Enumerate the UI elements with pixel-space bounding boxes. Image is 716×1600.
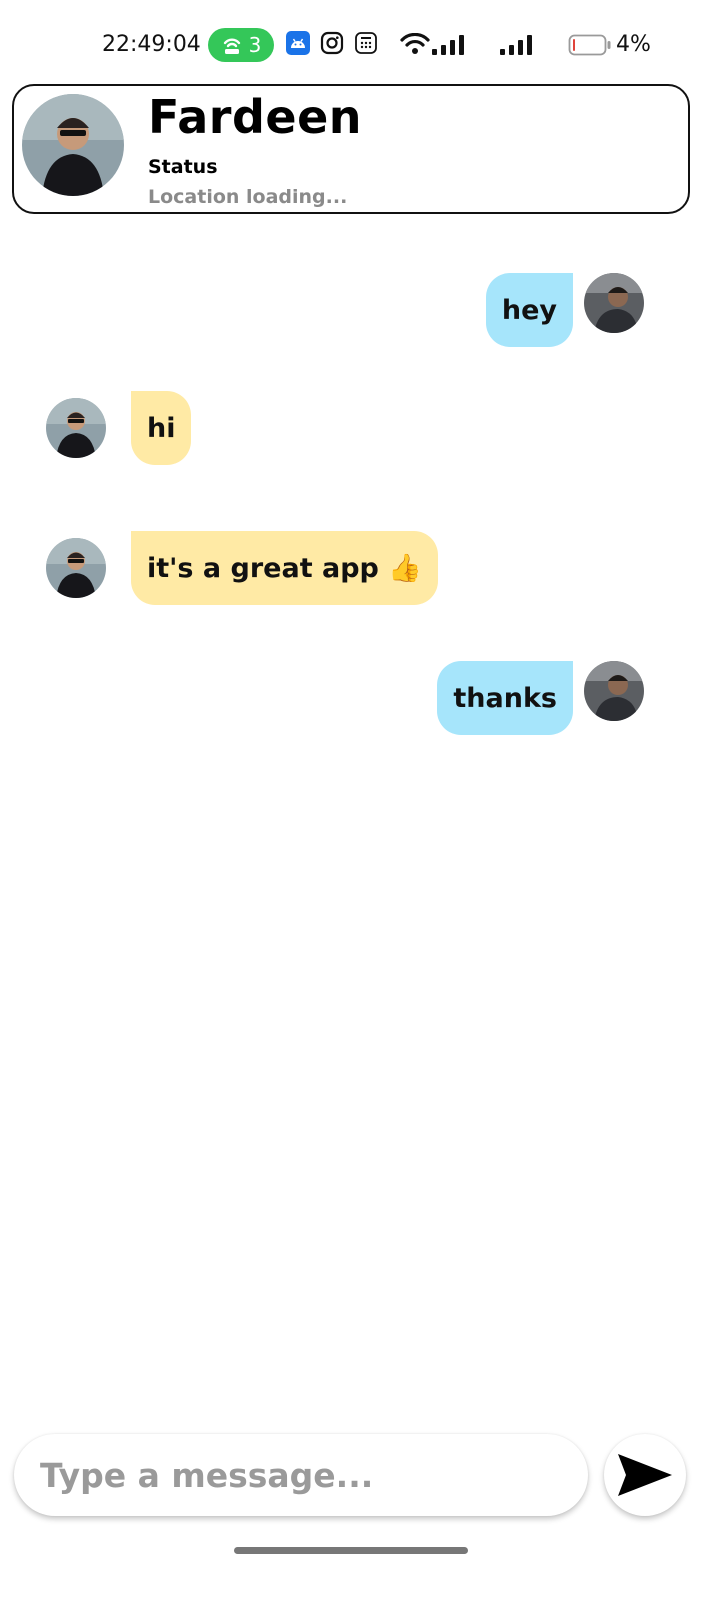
chat-screen: 22:49:04 3 4% Fardeen Status Location lo…	[0, 0, 716, 1600]
avatar[interactable]	[22, 94, 124, 196]
status-time: 22:49:04	[102, 32, 201, 57]
contact-status: Status	[148, 156, 218, 178]
contact-name: Fardeen	[148, 90, 363, 144]
send-icon	[618, 1454, 672, 1496]
android-icon	[286, 31, 310, 55]
message-input-container[interactable]	[14, 1434, 588, 1516]
message-input[interactable]	[40, 1455, 588, 1495]
battery-percent: 4%	[616, 32, 651, 57]
contact-header[interactable]: Fardeen Status Location loading...	[12, 84, 690, 214]
battery-icon	[568, 34, 611, 56]
avatar	[584, 661, 644, 721]
avatar	[46, 538, 106, 598]
message-bubble-incoming[interactable]: it's a great app 👍	[131, 531, 438, 605]
message-bubble-outgoing[interactable]: hey	[485, 273, 573, 347]
avatar	[46, 398, 106, 458]
hotspot-badge: 3	[208, 28, 274, 62]
instagram-icon	[320, 31, 344, 55]
send-button[interactable]	[604, 1434, 686, 1516]
message-bubble-incoming[interactable]: hi	[131, 391, 192, 465]
hotspot-count: 3	[248, 33, 262, 57]
contact-location: Location loading...	[148, 186, 348, 208]
avatar	[584, 273, 644, 333]
calculator-icon	[355, 32, 377, 54]
hotspot-icon	[223, 38, 240, 54]
status-bar: 22:49:04 3 4%	[0, 0, 716, 84]
message-bubble-outgoing[interactable]: thanks	[437, 661, 573, 735]
wifi-icon	[400, 33, 430, 54]
signal-icon	[432, 35, 464, 55]
signal-icon	[500, 35, 532, 55]
home-indicator[interactable]	[234, 1547, 468, 1554]
